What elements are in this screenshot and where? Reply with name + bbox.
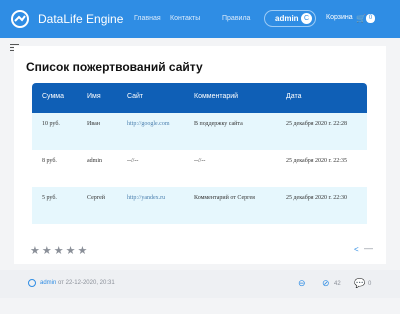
views-count: 42 [334, 281, 341, 287]
table-row: 5 руб. Сергей http://yandex.ru Комментар… [32, 187, 367, 224]
comments-icon[interactable]: 💬 [354, 278, 365, 289]
column-header-amount: Сумма [42, 93, 64, 100]
nav-link-contacts[interactable]: Контакты [170, 15, 200, 22]
cell-amount: 5 руб. [42, 195, 57, 201]
cell-name: Сергей [87, 195, 105, 201]
cell-date: 25 декабря 2020 г. 22:30 [286, 195, 347, 201]
cell-name: admin [87, 158, 102, 164]
cell-amount: 8 руб. [42, 158, 57, 164]
top-navigation-bar: DataLife Engine Главная Контакты Правила… [0, 0, 400, 38]
rating-stars[interactable]: ★★★★★ [30, 244, 89, 257]
post-date: от 22-12-2020, 20:31 [56, 280, 115, 286]
column-header-date: Дата [286, 93, 302, 100]
page-title: Список пожертвований сайту [26, 60, 203, 74]
comments-count: 0 [368, 281, 372, 287]
cell-site: --//-- [127, 158, 139, 164]
cart-link[interactable]: Корзина [326, 14, 353, 21]
user-badge: C [301, 13, 312, 24]
cell-date: 25 декабря 2020 г. 22:35 [286, 158, 347, 164]
user-menu-button[interactable]: admin C [264, 10, 316, 27]
cell-name: Иван [87, 121, 100, 127]
cart-count-badge: 0 [366, 14, 375, 23]
table-row: 8 руб. admin --//-- --//-- 25 декабря 20… [32, 150, 367, 187]
cell-comment: В поддержку сайта [194, 121, 243, 127]
more-dash[interactable]: — [364, 243, 373, 253]
minus-circle-icon[interactable]: ⊖ [298, 278, 306, 289]
cart-icon[interactable]: 🛒 [356, 14, 366, 23]
cell-comment: --//-- [194, 158, 206, 164]
table-row: 10 руб. Иван http://google.com В поддерж… [32, 113, 367, 150]
column-header-site: Сайт [127, 93, 144, 100]
column-header-comment: Комментарий [194, 93, 239, 100]
share-icon[interactable]: < [354, 245, 359, 254]
table-header-row: Сумма Имя Сайт Комментарий Дата [32, 83, 367, 113]
cell-amount: 10 руб. [42, 121, 60, 127]
cell-site-link[interactable]: http://yandex.ru [127, 194, 165, 203]
cell-date: 25 декабря 2020 г. 22:28 [286, 121, 347, 127]
logo-icon[interactable] [10, 9, 30, 29]
donations-table: Сумма Имя Сайт Комментарий Дата 10 руб. … [32, 83, 367, 224]
cell-site-link[interactable]: http://google.com [127, 120, 170, 129]
brand-name[interactable]: DataLife Engine [38, 12, 123, 26]
nav-link-home[interactable]: Главная [134, 15, 161, 22]
username: admin [275, 14, 299, 23]
author-link[interactable]: admin [40, 280, 56, 286]
nav-link-rules[interactable]: Правила [222, 15, 250, 22]
post-meta: admin от 22-12-2020, 20:31 [40, 280, 115, 286]
info-icon [28, 279, 36, 287]
cell-comment: Комментарий от Сергея [194, 195, 255, 201]
column-header-name: Имя [87, 93, 101, 100]
views-icon: ⊘ [322, 278, 330, 288]
